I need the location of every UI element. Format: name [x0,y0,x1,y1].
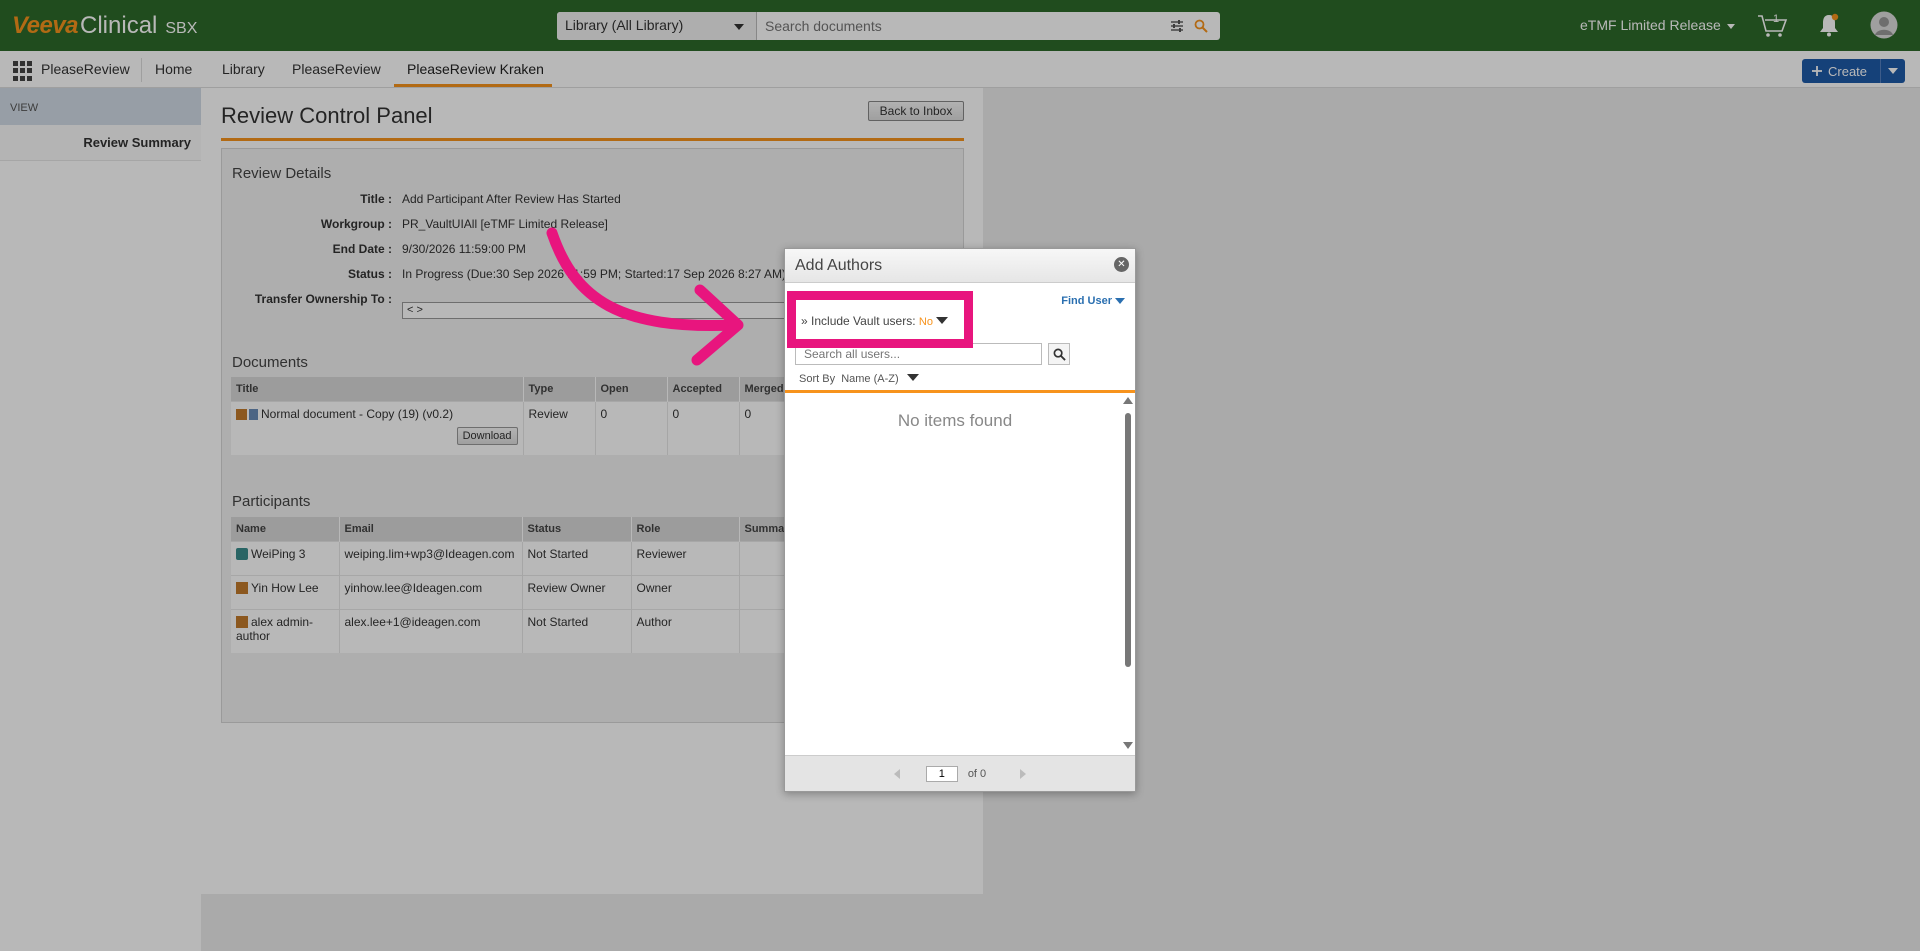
close-icon[interactable]: ✕ [1114,257,1129,272]
sort-by-label: Sort By [799,373,836,385]
next-page-icon[interactable] [1020,768,1027,779]
previous-page-icon[interactable] [893,768,900,779]
chevron-down-icon[interactable] [906,374,919,381]
page-count: of 0 [967,767,987,780]
pagination: of 0 [785,755,1135,791]
find-user-label: Find User [1061,295,1112,307]
list-divider [785,390,1135,393]
chevron-down-icon [1115,298,1125,305]
sort-by-value: Name (A-Z) [841,373,899,385]
sort-by-control[interactable]: Sort By Name (A-Z) [799,373,919,385]
scroll-thumb[interactable] [1125,413,1131,667]
scroll-up-icon[interactable] [1123,397,1133,404]
user-search-button[interactable] [1048,343,1070,365]
dialog-title: Add Authors [795,257,883,274]
scroll-down-icon[interactable] [1123,742,1133,749]
dialog-header: Add Authors ✕ [785,249,1135,283]
page-number-input[interactable] [925,765,958,782]
list-scrollbar[interactable] [1123,397,1133,749]
find-user-dropdown[interactable]: Find User [1061,295,1125,307]
empty-state-text: No items found [897,411,1013,430]
search-icon [1053,348,1066,361]
highlight-box [787,291,973,348]
